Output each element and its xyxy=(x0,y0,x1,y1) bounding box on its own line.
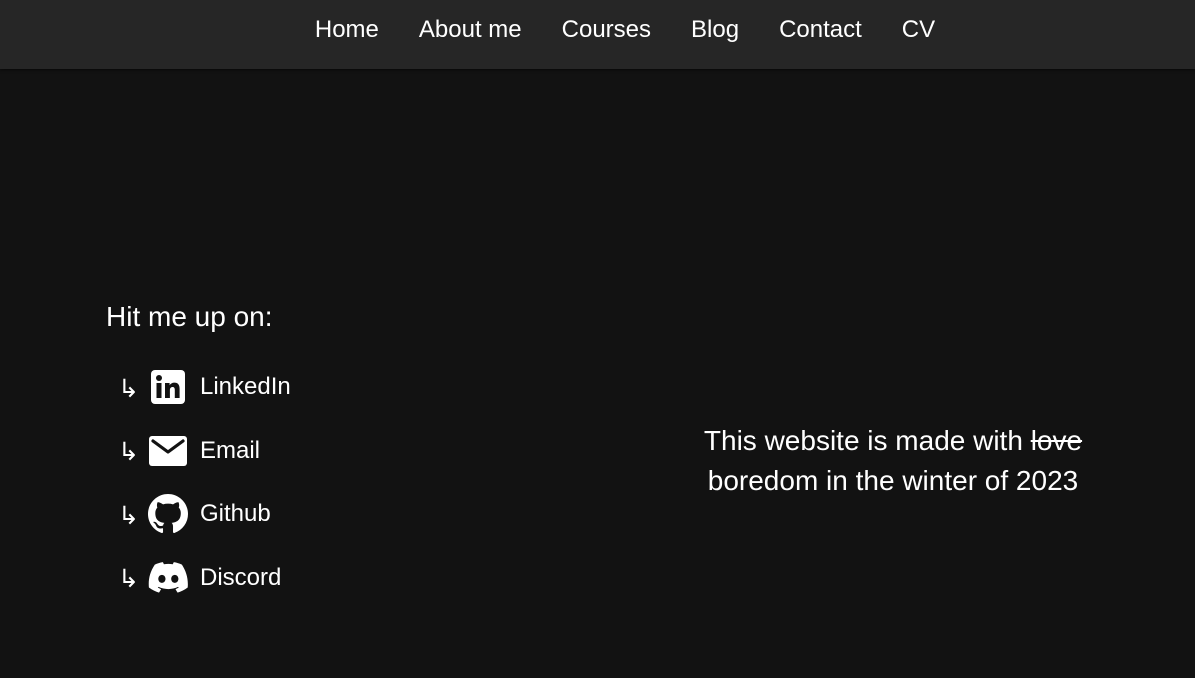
nav-blog-link[interactable]: Blog xyxy=(691,16,739,44)
discord-link[interactable]: ↳ Discord xyxy=(118,558,291,598)
github-icon xyxy=(148,494,188,534)
nav-cv-link[interactable]: CV xyxy=(902,16,935,44)
footer-note: This website is made with love boredom i… xyxy=(655,421,1131,501)
footer-suffix: boredom in the winter of 2023 xyxy=(707,465,1079,496)
footer-struck-word: love xyxy=(1030,425,1083,456)
arrow-icon: ↳ xyxy=(118,501,139,530)
arrow-icon: ↳ xyxy=(118,438,139,466)
footer-prefix: This website is made with xyxy=(703,425,1031,456)
github-link[interactable]: ↳ Github xyxy=(118,494,291,534)
email-icon xyxy=(148,431,188,471)
github-label: Github xyxy=(200,500,271,527)
linkedin-icon xyxy=(148,367,188,407)
nav-courses-link[interactable]: Courses xyxy=(562,16,651,44)
discord-icon xyxy=(148,558,188,598)
arrow-icon: ↳ xyxy=(118,374,139,403)
email-link[interactable]: ↳ Email xyxy=(118,431,291,471)
nav-home-link[interactable]: Home xyxy=(315,16,379,44)
discord-label: Discord xyxy=(200,563,282,591)
nav-contact-link[interactable]: Contact xyxy=(779,16,862,44)
email-label: Email xyxy=(200,436,261,464)
linkedin-link[interactable]: ↳ LinkedIn xyxy=(118,367,291,407)
top-navbar: Home About me Courses Blog Contact CV xyxy=(0,0,1195,69)
nav-about-link[interactable]: About me xyxy=(419,16,522,44)
arrow-icon: ↳ xyxy=(118,565,139,593)
contact-heading: Hit me up on: xyxy=(106,301,273,332)
contact-list: ↳ LinkedIn ↳ Email ↳ Github ↳ Discord xyxy=(118,367,291,598)
nav-links: Home About me Courses Blog Contact CV xyxy=(315,16,935,44)
linkedin-label: LinkedIn xyxy=(200,373,291,400)
contact-section: Hit me up on: ↳ LinkedIn ↳ Email ↳ Githu… xyxy=(106,300,291,621)
